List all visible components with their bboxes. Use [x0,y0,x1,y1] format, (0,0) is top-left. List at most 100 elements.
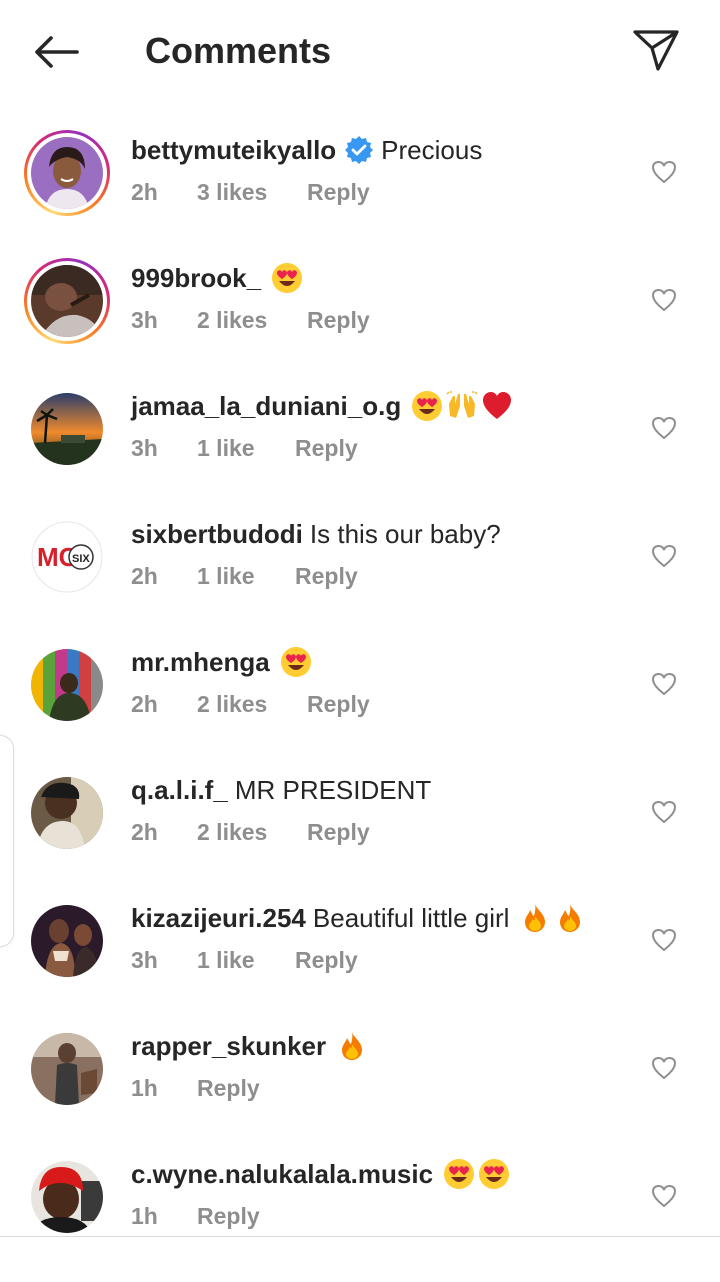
avatar[interactable]: MC SIX [31,521,103,593]
comment-body: MR PRESIDENT [234,775,432,805]
avatar[interactable] [31,1161,103,1233]
avatar[interactable] [31,1033,103,1105]
comment-like-count[interactable]: 1 like [197,944,295,976]
comment-username[interactable]: jamaa_la_duniani_o.g [131,388,401,424]
comment-like-count[interactable]: 3 likes [197,176,307,208]
reply-button[interactable]: Reply [307,688,370,720]
comment-line: rapper_skunker [131,1028,368,1064]
like-comment-button[interactable] [648,1180,680,1212]
comment-like-count[interactable]: 1 like [197,560,295,592]
comment-meta: 1h Reply [131,1072,260,1104]
fire-emoji-icon [554,902,586,934]
comment-text: MR PRESIDENT [235,772,431,808]
comment-item: c.wyne.nalukalala.music 1h Reply [0,1154,720,1282]
avatar[interactable] [31,137,103,209]
comment-username[interactable]: bettymuteikyallo [131,132,336,168]
comment-timestamp: 3h [131,947,158,973]
avatar-container: MC SIX [31,521,103,593]
comment-text [440,1158,510,1190]
comment-text [333,1030,368,1062]
comment-meta: 2h 1 like Reply [131,560,358,592]
reply-button[interactable]: Reply [197,1200,260,1232]
reply-button[interactable]: Reply [295,944,358,976]
reply-button[interactable]: Reply [307,816,370,848]
heart-eyes-emoji-icon [280,646,312,678]
avatar[interactable] [31,393,103,465]
comment-timestamp: 1h [131,1075,158,1101]
heart-outline-icon [652,1185,676,1207]
comment-meta: 3h 1 like Reply [131,944,358,976]
avatar-container [31,1033,103,1105]
comment-meta: 2h 2 likes Reply [131,816,370,848]
heart-outline-icon [652,673,676,695]
comment-username[interactable]: c.wyne.nalukalala.music [131,1156,433,1192]
like-comment-button[interactable] [648,540,680,572]
reply-button[interactable]: Reply [197,1072,260,1104]
comment-like-count[interactable]: 2 likes [197,816,307,848]
like-comment-button[interactable] [648,796,680,828]
reply-button[interactable]: Reply [295,432,358,464]
like-comment-button[interactable] [648,284,680,316]
reply-button[interactable]: Reply [307,176,370,208]
comment-text: Precious [381,132,482,168]
comment-body: Precious [381,135,483,165]
comment-body: Beautiful little girl [312,903,510,933]
comment-username[interactable]: rapper_skunker [131,1028,326,1064]
share-button[interactable] [626,22,686,78]
comment-item: bettymuteikyallo Precious 2h 3 likes Reply [0,130,720,258]
like-comment-button[interactable] [648,1052,680,1084]
comment-like-count[interactable]: 2 likes [197,688,307,720]
comment-line: mr.mhenga [131,644,312,680]
fire-emoji-icon [336,1030,368,1062]
comment-like-count[interactable]: 2 likes [197,304,307,336]
comment-line: sixbertbudodi Is this our baby? [131,516,501,552]
heart-eyes-emoji-icon [271,262,303,294]
comment-body: Is this our baby? [309,519,501,549]
avatar[interactable] [31,649,103,721]
heart-outline-icon [652,801,676,823]
avatar[interactable] [31,777,103,849]
comment-username[interactable]: 999brook_ [131,260,261,296]
comment-username[interactable]: sixbertbudodi [131,516,303,552]
comment-meta: 2h 2 likes Reply [131,688,370,720]
red-heart-emoji-icon [481,390,513,422]
comment-text [277,646,312,678]
reply-button[interactable]: Reply [307,304,370,336]
comment-meta: 3h 2 likes Reply [131,304,370,336]
avatar[interactable] [31,905,103,977]
comment-text [408,390,513,422]
comment-timestamp: 3h [131,307,158,333]
page-title: Comments [145,30,332,71]
comment-line: q.a.l.i.f_ MR PRESIDENT [131,772,431,808]
heart-eyes-emoji-icon [411,390,443,422]
comment-item: kizazijeuri.254 Beautiful little girl 3h 1 … [0,898,720,1026]
reply-button[interactable]: Reply [295,560,358,592]
comment-item: MC SIX sixbertbudodi Is this our baby? 2h 1 l… [0,514,720,642]
svg-text:SIX: SIX [72,553,90,565]
comment-username[interactable]: q.a.l.i.f_ [131,772,228,808]
avatar-container [31,649,103,721]
avatar-container [31,1161,103,1233]
comment-timestamp: 2h [131,691,158,717]
comment-item: q.a.l.i.f_ MR PRESIDENT 2h 2 likes Reply [0,770,720,898]
heart-eyes-emoji-icon [443,1158,475,1190]
comment-meta: 3h 1 like Reply [131,432,358,464]
comment-text: Is this our baby? [310,516,501,552]
back-button[interactable] [26,26,86,78]
comment-username[interactable]: mr.mhenga [131,644,270,680]
like-comment-button[interactable] [648,924,680,956]
comment-text: Beautiful little girl [313,900,587,936]
header-bar: Comments [0,0,720,100]
comment-item: 999brook_ 3h 2 likes Reply [0,258,720,386]
comment-timestamp: 2h [131,819,158,845]
heart-outline-icon [652,545,676,567]
comment-username[interactable]: kizazijeuri.254 [131,900,306,936]
avatar-container [31,905,103,977]
like-comment-button[interactable] [648,412,680,444]
comment-like-count[interactable]: 1 like [197,432,295,464]
like-comment-button[interactable] [648,668,680,700]
raised-hands-emoji-icon [446,390,478,422]
avatar-story-ring [24,258,110,344]
avatar[interactable] [31,265,103,337]
like-comment-button[interactable] [648,156,680,188]
